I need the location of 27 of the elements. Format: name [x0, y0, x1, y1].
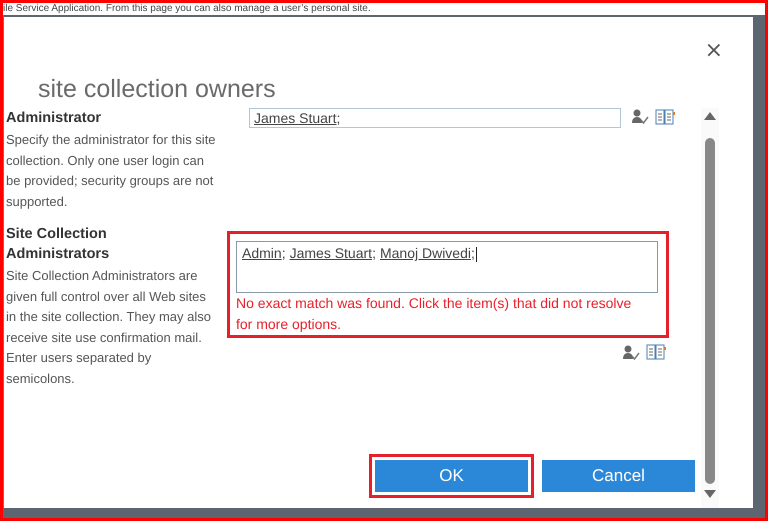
address-book-icon[interactable] — [655, 109, 675, 125]
error-message: No exact match was found. Click the item(s) that did not resolve for more options. — [236, 294, 632, 334]
semicolon: ; — [336, 110, 340, 126]
dialog-title: site collection owners — [38, 75, 276, 104]
dialog-button[interactable]: Cancel — [542, 460, 695, 492]
close-button[interactable]: × — [700, 39, 727, 63]
person-name[interactable]: James Stuart — [290, 245, 372, 261]
person-name[interactable]: Admin — [242, 245, 282, 261]
check-names-icon[interactable] — [622, 344, 640, 362]
page-text: ile Service Application. From this page you can also manage a user’s personal site. — [3, 3, 371, 15]
scroll-up-icon[interactable] — [704, 112, 716, 120]
section-heading: Administrator — [6, 109, 102, 128]
people-field[interactable]: Admin; James Stuart; Manoj Dwivedi; — [236, 241, 658, 293]
scroll-down-icon[interactable] — [704, 490, 716, 498]
section-description: Specify the administrator for this site collection. Only one user login can be provided; security groups are not supported. — [6, 131, 217, 211]
address-book-icon[interactable] — [646, 344, 666, 360]
section-description: Site Collection Administrators are given full control over all Web sites in the site collection. They may also receive site use confirmation mail. Enter users separated by semicolons. — [6, 267, 212, 388]
dialog-button[interactable]: OK — [375, 460, 528, 492]
check-names-icon[interactable] — [631, 108, 649, 126]
semicolon: ; — [471, 245, 475, 261]
person-name[interactable]: Manoj Dwivedi — [380, 245, 471, 261]
person-name[interactable]: James Stuart — [254, 110, 336, 126]
semicolon: ; — [282, 245, 286, 261]
section-heading: Site Collection Administrators — [6, 225, 110, 264]
scrollbar[interactable] — [701, 108, 719, 508]
semicolon: ; — [372, 245, 376, 261]
people-field[interactable]: James Stuart; — [249, 108, 621, 128]
